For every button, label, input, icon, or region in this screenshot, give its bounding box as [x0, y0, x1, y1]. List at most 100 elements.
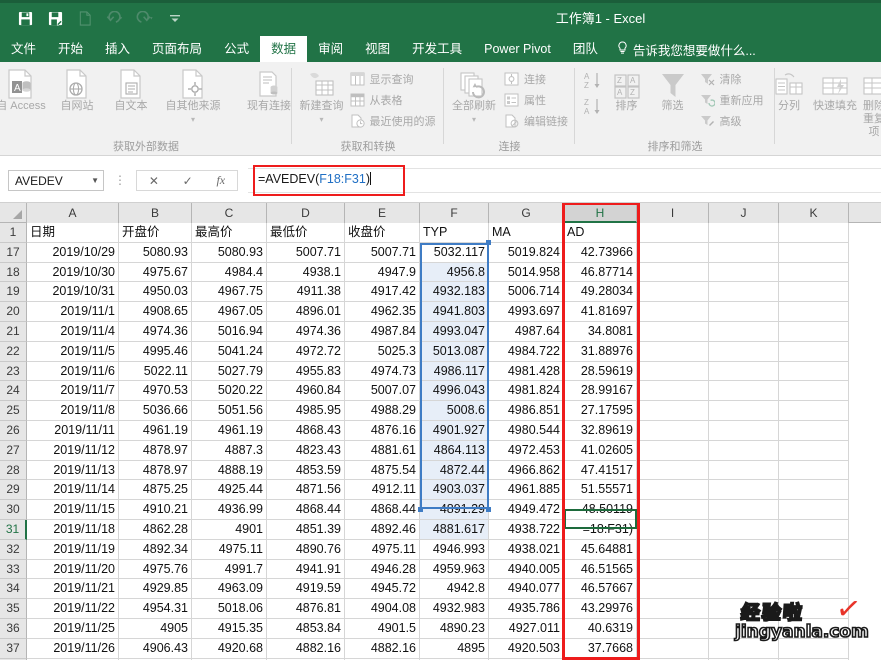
tab-review[interactable]: 审阅: [307, 36, 354, 62]
row-header-31[interactable]: 31: [0, 520, 27, 540]
cell-B1[interactable]: 开盘价: [119, 223, 192, 243]
cell-B24[interactable]: 4970.53: [119, 381, 192, 402]
cell-G19[interactable]: 5006.714: [489, 282, 564, 303]
cell-H30[interactable]: 48.50119: [564, 500, 637, 520]
cell-I35[interactable]: [637, 599, 709, 619]
btn-refresh-all[interactable]: 全部刷新 ▾: [448, 66, 500, 126]
cell-C35[interactable]: 5018.06: [192, 599, 267, 619]
cell-H31[interactable]: =18:F31): [564, 520, 637, 540]
row-header-34[interactable]: 34: [0, 579, 27, 600]
cell-D31[interactable]: 4851.39: [267, 520, 345, 540]
cell-F19[interactable]: 4932.183: [420, 282, 489, 303]
column-header-e[interactable]: E: [345, 203, 420, 223]
cell-E19[interactable]: 4917.42: [345, 282, 420, 303]
cell-A28[interactable]: 2019/11/13: [27, 460, 119, 481]
cell-K23[interactable]: [779, 361, 849, 382]
cell-A26[interactable]: 2019/11/11: [27, 421, 119, 441]
tell-me-box[interactable]: 告诉我您想要做什么...: [609, 36, 764, 62]
cell-C33[interactable]: 4991.7: [192, 559, 267, 580]
cell-D37[interactable]: 4882.16: [267, 638, 345, 659]
cell-B36[interactable]: 4905: [119, 619, 192, 639]
cell-G34[interactable]: 4940.077: [489, 579, 564, 600]
cell-I27[interactable]: [637, 440, 709, 461]
cell-K29[interactable]: [779, 480, 849, 501]
cell-C17[interactable]: 5080.93: [192, 242, 267, 263]
cell-J33[interactable]: [709, 559, 779, 580]
cell-K24[interactable]: [779, 381, 849, 402]
cell-K25[interactable]: [779, 401, 849, 421]
cell-E30[interactable]: 4868.44: [345, 500, 420, 520]
cell-G22[interactable]: 4984.722: [489, 341, 564, 362]
cell-K30[interactable]: [779, 500, 849, 520]
cell-A35[interactable]: 2019/11/22: [27, 599, 119, 619]
row-header-25[interactable]: 25: [0, 401, 27, 421]
cell-E29[interactable]: 4912.11: [345, 480, 420, 501]
chevron-down-icon[interactable]: ▾: [472, 113, 476, 126]
cell-K28[interactable]: [779, 460, 849, 481]
btn-edit-links[interactable]: 编辑链接: [500, 110, 571, 131]
cell-B23[interactable]: 5022.11: [119, 361, 192, 382]
cell-E17[interactable]: 5007.71: [345, 242, 420, 263]
cell-G18[interactable]: 5014.958: [489, 262, 564, 283]
cell-J18[interactable]: [709, 262, 779, 283]
tab-team[interactable]: 团队: [562, 36, 609, 62]
cell-J23[interactable]: [709, 361, 779, 382]
btn-text-to-columns[interactable]: 分列: [769, 66, 809, 113]
cell-B20[interactable]: 4908.65: [119, 302, 192, 322]
cell-I33[interactable]: [637, 559, 709, 580]
cell-E26[interactable]: 4876.16: [345, 421, 420, 441]
cell-B30[interactable]: 4910.21: [119, 500, 192, 520]
cell-C21[interactable]: 5016.94: [192, 322, 267, 342]
cell-J29[interactable]: [709, 480, 779, 501]
cell-J28[interactable]: [709, 460, 779, 481]
cell-K35[interactable]: [779, 599, 849, 619]
cell-G24[interactable]: 4981.824: [489, 381, 564, 402]
cell-K34[interactable]: [779, 579, 849, 600]
column-header-f[interactable]: F: [420, 203, 489, 223]
tab-power-pivot[interactable]: Power Pivot: [473, 36, 562, 62]
cell-H36[interactable]: 40.6319: [564, 619, 637, 639]
cell-A34[interactable]: 2019/11/21: [27, 579, 119, 600]
cell-I31[interactable]: [637, 520, 709, 540]
cell-F20[interactable]: 4941.803: [420, 302, 489, 322]
cell-D25[interactable]: 4985.95: [267, 401, 345, 421]
cell-B21[interactable]: 4974.36: [119, 322, 192, 342]
cell-G20[interactable]: 4993.697: [489, 302, 564, 322]
cell-B27[interactable]: 4878.97: [119, 440, 192, 461]
cell-H25[interactable]: 27.17595: [564, 401, 637, 421]
cell-F33[interactable]: 4959.963: [420, 559, 489, 580]
cell-C29[interactable]: 4925.44: [192, 480, 267, 501]
cell-F30[interactable]: 4891.29: [420, 500, 489, 520]
cell-I1[interactable]: [637, 223, 709, 243]
cell-D1[interactable]: 最低价: [267, 223, 345, 243]
enter-formula-button[interactable]: ✓: [183, 174, 193, 188]
cell-E21[interactable]: 4987.84: [345, 322, 420, 342]
cell-B31[interactable]: 4862.28: [119, 520, 192, 540]
cell-K21[interactable]: [779, 322, 849, 342]
cell-I18[interactable]: [637, 262, 709, 283]
cell-E31[interactable]: 4892.46: [345, 520, 420, 540]
btn-sort-descending[interactable]: ZA: [584, 96, 604, 118]
tab-data[interactable]: 数据: [260, 36, 308, 62]
cell-G35[interactable]: 4935.786: [489, 599, 564, 619]
cell-K37[interactable]: [779, 638, 849, 659]
cell-F32[interactable]: 4946.993: [420, 539, 489, 560]
cell-H35[interactable]: 43.29976: [564, 599, 637, 619]
cell-J22[interactable]: [709, 341, 779, 362]
cell-K17[interactable]: [779, 242, 849, 263]
cell-A33[interactable]: 2019/11/20: [27, 559, 119, 580]
btn-flash-fill[interactable]: 快速填充: [809, 66, 861, 113]
cell-K19[interactable]: [779, 282, 849, 303]
cell-H23[interactable]: 28.59619: [564, 361, 637, 382]
cell-J34[interactable]: [709, 579, 779, 600]
cell-I19[interactable]: [637, 282, 709, 303]
cell-D20[interactable]: 4896.01: [267, 302, 345, 322]
cell-B32[interactable]: 4892.34: [119, 539, 192, 560]
row-header-1[interactable]: 1: [0, 223, 27, 243]
column-header-i[interactable]: I: [637, 203, 709, 223]
cell-A23[interactable]: 2019/11/6: [27, 361, 119, 382]
row-header-36[interactable]: 36: [0, 619, 27, 639]
cell-C32[interactable]: 4975.11: [192, 539, 267, 560]
cell-H33[interactable]: 46.51565: [564, 559, 637, 580]
btn-advanced-filter[interactable]: 高级: [696, 110, 767, 131]
